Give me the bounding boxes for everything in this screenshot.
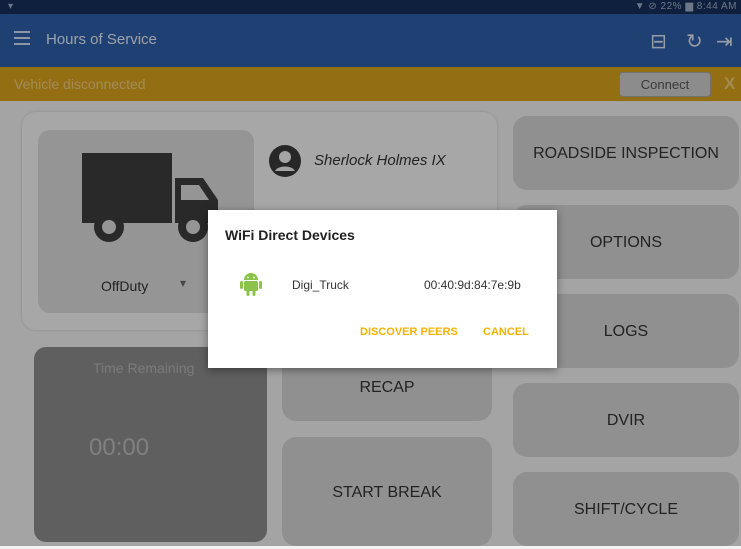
- discover-peers-button[interactable]: DISCOVER PEERS: [360, 326, 458, 338]
- wifi-direct-dialog: WiFi Direct Devices Digi_Truck 00:40:9d:…: [208, 210, 557, 368]
- device-name[interactable]: Digi_Truck: [292, 278, 349, 292]
- device-address[interactable]: 00:40:9d:84:7e:9b: [424, 278, 521, 292]
- cancel-button[interactable]: CANCEL: [483, 326, 529, 338]
- dialog-title: WiFi Direct Devices: [225, 227, 355, 243]
- android-icon: [240, 270, 262, 301]
